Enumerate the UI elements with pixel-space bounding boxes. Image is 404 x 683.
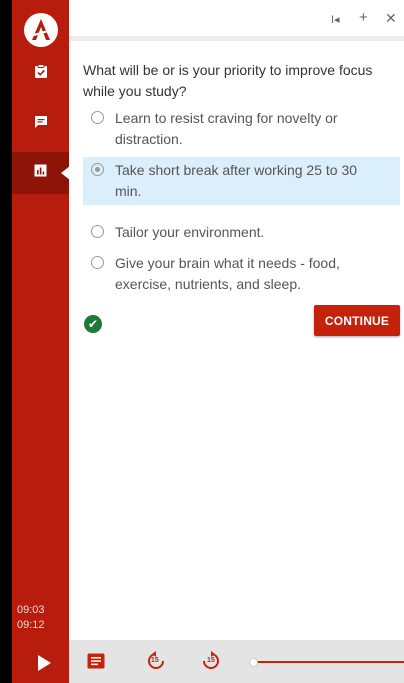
option-label: Give your brain what it needs - food, ex… bbox=[115, 255, 340, 292]
answer-option-2[interactable]: Take short break after working 25 to 30 … bbox=[83, 157, 400, 205]
panel-toolbar: I◂ + ✕ bbox=[69, 0, 404, 41]
continue-button[interactable]: CONTINUE bbox=[314, 305, 400, 336]
expand-icon[interactable]: + bbox=[359, 9, 368, 27]
play-icon[interactable] bbox=[38, 655, 51, 671]
sidebar-item-checklist[interactable] bbox=[12, 53, 69, 95]
rewind-15-icon[interactable]: 15 bbox=[146, 651, 166, 676]
forward-label: 15 bbox=[207, 657, 215, 664]
radio-button[interactable] bbox=[91, 163, 104, 176]
question-text: What will be or is your priority to impr… bbox=[83, 62, 373, 99]
forward-15-icon[interactable]: 15 bbox=[201, 651, 221, 676]
sidebar: 09:03 09:12 bbox=[12, 0, 70, 683]
option-label: Tailor your environment. bbox=[115, 224, 265, 240]
progress-bar[interactable] bbox=[251, 661, 404, 663]
option-label: Learn to resist craving for novelty or d… bbox=[115, 110, 338, 147]
quiz-panel: I◂ + ✕ What will be or is your priority … bbox=[69, 0, 404, 640]
previous-icon[interactable]: I◂ bbox=[331, 11, 340, 29]
time-display: 09:03 09:12 bbox=[12, 603, 69, 633]
radio-button[interactable] bbox=[91, 111, 104, 124]
radio-button[interactable] bbox=[91, 225, 104, 238]
option-label: Take short break after working 25 to 30 … bbox=[115, 162, 358, 199]
answer-option-4[interactable]: Give your brain what it needs - food, ex… bbox=[83, 250, 400, 298]
transcript-icon[interactable] bbox=[87, 653, 105, 674]
sidebar-item-chat[interactable] bbox=[12, 103, 69, 145]
check-icon: ✔ bbox=[84, 315, 102, 333]
current-time: 09:03 bbox=[17, 604, 45, 616]
player-controls: 15 15 bbox=[69, 640, 404, 683]
checklist-icon bbox=[34, 64, 48, 84]
chart-icon bbox=[34, 164, 47, 182]
answer-option-3[interactable]: Tailor your environment. bbox=[83, 219, 400, 246]
sidebar-item-chart[interactable] bbox=[12, 152, 70, 194]
chat-icon bbox=[34, 115, 48, 134]
rewind-label: 15 bbox=[151, 657, 159, 664]
answer-option-1[interactable]: Learn to resist craving for novelty or d… bbox=[83, 105, 400, 153]
radio-button[interactable] bbox=[91, 256, 104, 269]
total-time: 09:12 bbox=[17, 619, 45, 631]
close-icon[interactable]: ✕ bbox=[385, 9, 397, 27]
progress-handle[interactable] bbox=[249, 658, 258, 667]
logo-icon[interactable] bbox=[24, 13, 58, 47]
